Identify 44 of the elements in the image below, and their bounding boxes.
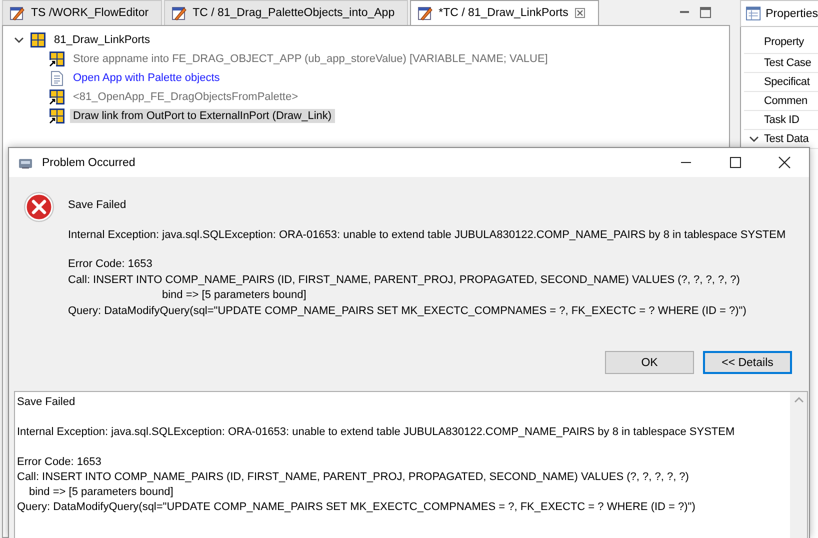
tree-item[interactable]: Draw link from OutPort to ExternalInPort (Draw_Link)	[70, 108, 335, 122]
details-line: Save Failed	[17, 395, 76, 410]
details-line: Internal Exception: java.sql.SQLException: ORA-01653: unable to extend table JUBULA830122.COMP_NAME_PAIRS by 8 in tablespace SYSTEM	[17, 425, 736, 440]
property-name: Task ID	[764, 114, 800, 126]
editor-tab[interactable]: TS /WORK_FlowEditor	[2, 0, 162, 25]
column-header: Property	[764, 36, 804, 48]
edit-icon	[9, 5, 25, 21]
error-message-line: Internal Exception: java.sql.SQLException: ORA-01653: unable to extend table JUBULA830122.COMP_NAME_PAIRS by 8 in tablespace SYSTEM	[68, 228, 786, 242]
error-heading: Save Failed	[68, 198, 128, 213]
document-icon	[49, 70, 65, 86]
error-message-line: Error Code: 1653	[68, 257, 154, 272]
dialog-title: Problem Occurred	[42, 156, 136, 168]
edit-icon	[170, 5, 187, 21]
grid-icon	[30, 32, 46, 48]
error-message-line: Call: INSERT INTO COMP_NAME_PAIRS (ID, FIRST_NAME, PARENT_PROJ, PROPAGATED, SECOND_NAME) VALUES (?, ?, ?, ?, ?)	[68, 272, 741, 288]
tree-item[interactable]: Store appname into FE_DRAG_OBJECT_APP (ub_app_storeValue) [VARIABLE_NAME; VALUE]	[70, 52, 551, 66]
property-name: Commen	[764, 95, 808, 107]
property-name: Specificat	[764, 76, 810, 88]
error-icon	[23, 191, 55, 223]
details-line: Error Code: 1653	[17, 455, 102, 470]
table-icon	[746, 6, 761, 21]
dialog-button[interactable]: OK	[605, 351, 694, 374]
error-message-line: Query: DataModifyQuery(sql="UPDATE COMP_NAME_PAIRS SET MK_EXECTC_COMPNAMES = ?, FK_EXECTC = ? WHERE (ID = ?)")	[68, 304, 748, 318]
tree-item[interactable]: <81_OpenApp_FE_DragObjectsFromPalette>	[70, 90, 302, 104]
grid-icon	[49, 50, 65, 66]
grid-icon	[49, 108, 65, 124]
tree-item[interactable]: Open App with Palette objects	[70, 70, 223, 84]
tree-item[interactable]: 81_Draw_LinkPorts	[51, 32, 153, 46]
scrollbar[interactable]	[790, 392, 807, 538]
edit-icon	[416, 5, 433, 21]
panel-title: Properties	[766, 8, 818, 20]
error-message-line: bind => [5 parameters bound]	[161, 288, 308, 303]
scroll-up-icon	[794, 396, 804, 404]
maximize-icon[interactable]	[729, 156, 742, 169]
property-name: Test Case	[764, 57, 812, 69]
close-icon[interactable]	[778, 156, 791, 169]
details-line: Query: DataModifyQuery(sql="UPDATE COMP_NAME_PAIRS SET MK_EXECTC_COMPNAMES = ?, FK_EXECTC = ? WHERE (ID = ?)")	[17, 500, 696, 515]
grid-icon	[49, 88, 65, 104]
details-line: bind => [5 parameters bound]	[28, 485, 174, 500]
dialog-button[interactable]: << Details	[703, 351, 792, 374]
editor-tab[interactable]: *TC / 81_Draw_LinkPorts	[410, 0, 600, 25]
details-line: Call: INSERT INTO COMP_NAME_PAIRS (ID, FIRST_NAME, PARENT_PROJ, PROPAGATED, SECOND_NAME) VALUES (?, ?, ?, ?, ?)	[17, 470, 690, 485]
editor-tab[interactable]: TC / 81_Drag_PaletteObjects_into_App	[164, 0, 408, 25]
property-group[interactable]: Test Data	[764, 133, 809, 145]
